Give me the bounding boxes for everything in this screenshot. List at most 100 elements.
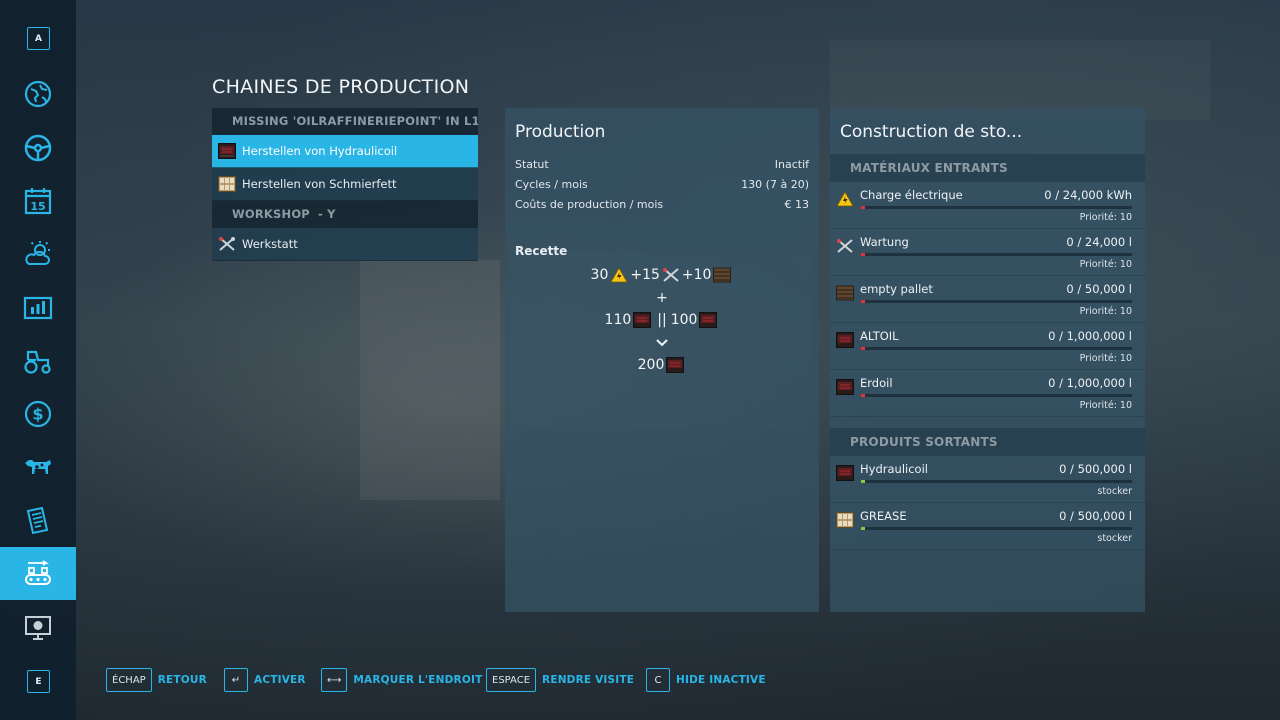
key-space[interactable]: ESPACE: [486, 668, 537, 692]
stat-row-status: Statut Inactif: [505, 154, 819, 174]
list-item-hydraulicoil[interactable]: Herstellen von Hydraulicoil: [212, 135, 478, 168]
help-label: ACTIVER: [254, 674, 306, 686]
stat-value: € 13: [784, 197, 810, 211]
recipe-amount: 100: [670, 312, 698, 329]
calendar-icon[interactable]: 15: [18, 181, 58, 221]
help-label: RENDRE VISITE: [542, 674, 635, 686]
fill-bar: [861, 347, 1132, 350]
item-name: empty pallet: [860, 282, 933, 296]
group-header-sub: - Y: [317, 207, 336, 221]
recipe-amount: +15: [630, 267, 660, 284]
item-name: GREASE: [860, 509, 907, 523]
fill-bar: [861, 394, 1132, 397]
item-name: Hydraulicoil: [860, 462, 928, 476]
animals-icon[interactable]: [18, 447, 58, 487]
help-hide-inactive[interactable]: C HIDE INACTIVE: [646, 668, 766, 692]
group-header-label: WORKSHOP: [232, 207, 310, 221]
hydraulic-oil-icon: [666, 357, 685, 374]
svg-text:$: $: [32, 405, 43, 424]
item-name: Wartung: [860, 235, 909, 249]
input-item-erdoil: Erdoil 0 / 1,000,000 l Priorité: 10: [830, 370, 1145, 417]
recipe-amount: +10: [681, 267, 712, 284]
fill-bar-level: [861, 300, 865, 303]
storage-panel: Construction de sto... MATÉRIAUX ENTRANT…: [830, 108, 1145, 612]
pallet-icon: [836, 285, 854, 301]
list-item-werkstatt[interactable]: Werkstatt: [212, 228, 478, 261]
stat-value: 130 (7 à 20): [741, 177, 809, 191]
list-item-label: Herstellen von Schmierfett: [242, 177, 397, 191]
fill-bar-level: [861, 527, 865, 530]
key-c[interactable]: C: [646, 668, 670, 692]
tractor-icon[interactable]: [18, 341, 58, 381]
help-icon[interactable]: [18, 607, 58, 647]
group-header-label: MISSING 'OILRAFFINERIEPOINT' IN L10...: [232, 114, 478, 128]
recipe-oil-row: 110 || 100: [505, 309, 819, 332]
item-amount: 0 / 24,000 kWh: [1044, 188, 1132, 202]
output-item-hydraulicoil: Hydraulicoil 0 / 500,000 l stocker: [830, 456, 1145, 503]
item-name: Erdoil: [860, 376, 893, 390]
help-mark-location[interactable]: ⟷ MARQUER L'ENDROIT: [321, 668, 482, 692]
fill-bar-level: [861, 347, 865, 350]
pallet-icon: [713, 267, 732, 283]
item-amount: 0 / 1,000,000 l: [1048, 329, 1132, 343]
fill-bar-level: [861, 206, 865, 209]
fill-bar: [861, 206, 1132, 209]
oil-barrel-icon: [633, 312, 652, 329]
key-mark[interactable]: ⟷: [321, 668, 348, 692]
list-item-schmierfett[interactable]: Herstellen von Schmierfett: [212, 168, 478, 201]
help-activate[interactable]: ↵ ACTIVER: [224, 668, 306, 692]
recipe-plus: +: [656, 289, 668, 306]
electric-warning-icon: [610, 267, 629, 283]
input-item-empty-pallet: empty pallet 0 / 50,000 l Priorité: 10: [830, 276, 1145, 323]
production-chain-list: MISSING 'OILRAFFINERIEPOINT' IN L10... H…: [212, 108, 478, 261]
input-item-electricity: Charge électrique 0 / 24,000 kWh Priorit…: [830, 182, 1145, 229]
recipe-amount: 30: [590, 267, 609, 284]
item-priority: Priorité: 10: [1079, 353, 1132, 364]
sidebar-prev-key[interactable]: A: [27, 27, 50, 50]
stat-row-cycles: Cycles / mois 130 (7 à 20): [505, 174, 819, 194]
recipe-arrow-row: [505, 332, 819, 355]
electric-warning-icon: [836, 191, 854, 207]
steering-wheel-icon[interactable]: [18, 128, 58, 168]
key-enter[interactable]: ↵: [224, 668, 248, 692]
production-panel: Production Statut Inactif Cycles / mois …: [505, 108, 819, 612]
help-back[interactable]: ÉCHAP RETOUR: [106, 668, 207, 692]
stat-label: Cycles / mois: [515, 177, 588, 191]
fill-bar: [861, 480, 1132, 483]
item-priority: Priorité: 10: [1079, 259, 1132, 270]
statistics-icon[interactable]: [18, 288, 58, 328]
contracts-icon[interactable]: [18, 500, 58, 540]
finance-icon[interactable]: $: [18, 394, 58, 434]
chevron-down-icon: [656, 339, 668, 347]
list-item-label: Werkstatt: [242, 237, 298, 251]
output-item-grease: GREASE 0 / 500,000 l stocker: [830, 503, 1145, 550]
fill-bar-level: [861, 394, 865, 397]
stat-row-costs: Coûts de production / mois € 13: [505, 194, 819, 214]
map-icon[interactable]: [18, 74, 58, 114]
key-escape[interactable]: ÉCHAP: [106, 668, 152, 692]
item-amount: 0 / 50,000 l: [1066, 282, 1132, 296]
production-title: Production: [515, 122, 606, 142]
item-name: Charge électrique: [860, 188, 963, 202]
item-priority: Priorité: 10: [1079, 400, 1132, 411]
production-icon[interactable]: [18, 553, 58, 593]
item-amount: 0 / 1,000,000 l: [1048, 376, 1132, 390]
weather-icon[interactable]: [18, 234, 58, 274]
item-priority: Priorité: 10: [1079, 212, 1132, 223]
stat-label: Coûts de production / mois: [515, 197, 664, 211]
help-label: MARQUER L'ENDROIT: [353, 674, 483, 686]
oil-barrel-icon: [836, 379, 854, 395]
fill-bar: [861, 253, 1132, 256]
tools-icon: [836, 238, 854, 254]
page-title: CHAINES DE PRODUCTION: [212, 76, 470, 98]
item-amount: 0 / 500,000 l: [1059, 509, 1132, 523]
group-header-workshop: WORKSHOP - Y: [212, 201, 478, 228]
help-visit[interactable]: ESPACE RENDRE VISITE: [486, 668, 634, 692]
hydraulic-oil-icon: [218, 143, 236, 159]
storage-title: Construction de sto...: [840, 122, 1023, 142]
input-item-altoil: ALTOIL 0 / 1,000,000 l Priorité: 10: [830, 323, 1145, 370]
recipe-plus-row: +: [505, 287, 819, 310]
recipe-amount: 200: [637, 357, 665, 374]
oil-barrel-icon: [699, 312, 718, 329]
sidebar-next-key[interactable]: E: [27, 670, 50, 693]
